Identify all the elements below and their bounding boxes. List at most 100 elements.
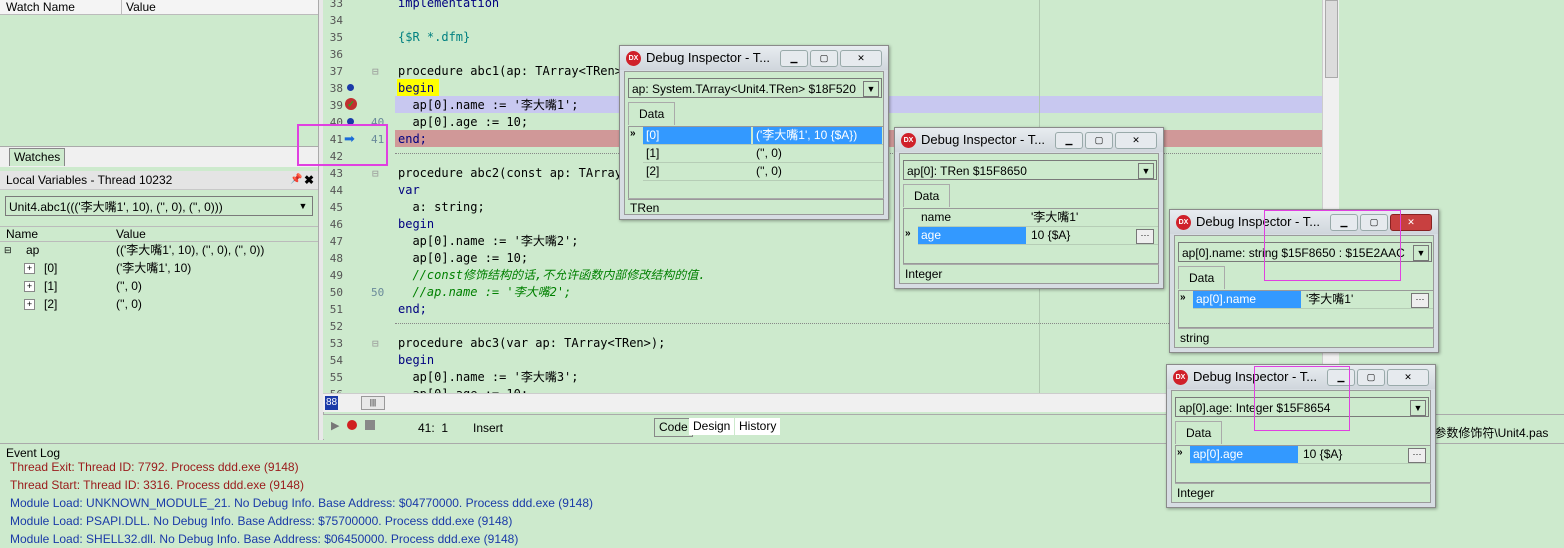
dx-logo-icon: DX	[626, 51, 641, 66]
inspector-title-bar[interactable]: DX Debug Inspector - T... ▁ ▢ ✕	[895, 128, 1163, 152]
locals-row-1[interactable]: + [1] ('', 0)	[4, 277, 318, 295]
code-line[interactable]: begin	[398, 216, 434, 233]
inspector-body: ap[0]: TRen $15F8650 ▼ Data » name '李大嘴1'…	[899, 153, 1159, 284]
inspector-combo-value: ap: System.TArray<Unit4.TRen> $18F520	[632, 82, 856, 96]
chevron-down-icon[interactable]: ▼	[863, 81, 879, 97]
maximize-icon[interactable]: ▢	[810, 50, 838, 67]
code-line[interactable]: procedure abc3(var ap: TArray<TRen>);	[398, 335, 665, 352]
maximize-icon[interactable]: ▢	[1357, 369, 1385, 386]
code-line[interactable]: a: string;	[398, 199, 484, 216]
code-line[interactable]: ap[0].age := 10;	[398, 114, 528, 131]
line-number-text: 45	[329, 201, 343, 214]
line-number: 50 50	[323, 284, 385, 301]
code-line[interactable]: procedure abc1(ap: TArray<TRen>);	[398, 63, 636, 80]
locals-row-ap[interactable]: ⊟ ap (('李大嘴1', 10), ('', 0), ('', 0))	[4, 241, 318, 259]
line-number: 53 ⊟	[323, 335, 379, 352]
tab-data[interactable]: Data	[903, 184, 951, 207]
tab-design[interactable]: Design	[689, 418, 735, 435]
chevron-down-icon[interactable]: ▼	[1410, 400, 1426, 416]
inspector-row-name: ap[0].name	[1193, 291, 1301, 308]
row-pointer-icon: »	[630, 128, 636, 139]
locals-row-0[interactable]: + [0] ('李大嘴1', 10)	[4, 259, 318, 277]
event-log-line[interactable]: Thread Exit: Thread ID: 7792. Process dd…	[10, 458, 299, 476]
watch-col-name[interactable]: Watch Name	[6, 0, 75, 14]
locals-col-name[interactable]: Name	[6, 227, 38, 241]
expand-icon[interactable]: +	[24, 299, 35, 310]
record-icon[interactable]	[347, 420, 357, 430]
chevron-down-icon[interactable]: ▼	[1413, 245, 1429, 261]
event-log-line[interactable]: Module Load: SHELL32.dll. No Debug Info.…	[10, 530, 518, 548]
code-line[interactable]: implementation	[398, 0, 499, 12]
tab-data[interactable]: Data	[628, 102, 676, 125]
code-line[interactable]: ap[0].name := '李大嘴3';	[398, 369, 578, 386]
line-number: 48	[323, 250, 345, 267]
stop-icon[interactable]	[365, 420, 375, 430]
inspector-row[interactable]: [0] ('李大嘴1', 10 {$A})	[643, 127, 883, 145]
breakpoint-dot-icon[interactable]	[347, 84, 354, 91]
code-line[interactable]: begin	[398, 80, 434, 97]
line-number-text: 55	[329, 371, 343, 384]
hscroll-thumb[interactable]: |||	[361, 396, 385, 410]
chevron-down-icon[interactable]: ▼	[296, 199, 310, 213]
inspector-row[interactable]: [1] ('', 0)	[643, 145, 883, 163]
event-log-line[interactable]: Module Load: UNKNOWN_MODULE_21. No Debug…	[10, 494, 593, 512]
line-number: 37 ⊟	[323, 63, 379, 80]
ellipsis-button[interactable]: ···	[1408, 448, 1426, 463]
line-number: 51	[323, 301, 345, 318]
code-line[interactable]: ap[0].name := '李大嘴1';	[398, 97, 578, 114]
collapse-icon[interactable]: ⊟	[4, 241, 12, 259]
maximize-icon[interactable]: ▢	[1085, 132, 1113, 149]
event-log-line[interactable]: Module Load: PSAPI.DLL. No Debug Info. B…	[10, 512, 512, 530]
code-line[interactable]: ap[0].age := 10;	[398, 386, 528, 393]
inspector-combo[interactable]: ap: System.TArray<Unit4.TRen> $18F520 ▼	[628, 78, 882, 98]
run-icon[interactable]: ▶	[331, 419, 339, 432]
debug-inspector-1[interactable]: DX Debug Inspector - T... ▁ ▢ ✕ ap: Syst…	[619, 45, 889, 220]
close-icon[interactable]: ✕	[1115, 132, 1157, 149]
code-line[interactable]: end;	[398, 131, 427, 148]
inspector-row[interactable]: name '李大嘴1'	[918, 209, 1158, 227]
ellipsis-button[interactable]: ···	[1136, 229, 1154, 244]
expand-icon[interactable]: +	[24, 263, 35, 274]
line-number-text: 35	[329, 31, 343, 44]
locals-row-2[interactable]: + [2] ('', 0)	[4, 295, 318, 313]
inspector-grid: » ap[0].age 10 {$A} ···	[1175, 445, 1431, 483]
inspector-row[interactable]: ap[0].age 10 {$A}	[1190, 446, 1430, 464]
breakpoint-check-icon[interactable]: ✓	[345, 98, 357, 110]
code-line[interactable]: end;	[398, 301, 427, 318]
event-log-line[interactable]: Thread Start: Thread ID: 3316. Process d…	[10, 476, 304, 494]
code-line[interactable]: ap[0].name := '李大嘴2';	[398, 233, 578, 250]
watch-col-divider	[121, 0, 122, 14]
locals-col-value[interactable]: Value	[116, 227, 146, 241]
tab-code[interactable]: Code	[654, 418, 693, 437]
locals-row-name: ap	[26, 243, 40, 257]
minimize-icon[interactable]: ▁	[1055, 132, 1083, 149]
pin-icon[interactable]: 📌	[290, 171, 302, 189]
inspector-row[interactable]: [2] ('', 0)	[643, 163, 883, 181]
inspector-title-bar[interactable]: DX Debug Inspector - T... ▁ ▢ ✕	[620, 46, 888, 70]
scroll-thumb[interactable]	[1325, 0, 1338, 78]
inspector-combo[interactable]: ap[0]: TRen $15F8650 ▼	[903, 160, 1157, 180]
ellipsis-button[interactable]: ···	[1411, 293, 1429, 308]
expand-icon[interactable]: +	[24, 281, 35, 292]
tab-watches[interactable]: Watches	[9, 148, 66, 166]
close-icon[interactable]: ✖	[304, 171, 314, 189]
inspector-row[interactable]: ap[0].name '李大嘴1'	[1193, 291, 1433, 309]
locals-context-combo[interactable]: Unit4.abc1((('李大嘴1', 10), ('', 0), ('', …	[5, 196, 313, 216]
code-line[interactable]: //const修饰结构的话,不允许函数内部修改结构的值.	[398, 267, 705, 284]
chevron-down-icon[interactable]: ▼	[1138, 163, 1154, 179]
code-line[interactable]: var	[398, 182, 420, 199]
code-line[interactable]: begin	[398, 352, 434, 369]
minimize-icon[interactable]: ▁	[780, 50, 808, 67]
close-icon[interactable]: ✕	[840, 50, 882, 67]
tab-data[interactable]: Data	[1175, 421, 1223, 444]
inspector-row[interactable]: age 10 {$A}	[918, 227, 1158, 245]
code-line[interactable]: ap[0].age := 10;	[398, 250, 528, 267]
tab-history[interactable]: History	[735, 418, 781, 435]
watch-col-value[interactable]: Value	[126, 0, 156, 14]
debug-inspector-2[interactable]: DX Debug Inspector - T... ▁ ▢ ✕ ap[0]: T…	[894, 127, 1164, 289]
line-number: 45	[323, 199, 345, 216]
tab-data[interactable]: Data	[1178, 266, 1226, 289]
code-line[interactable]: //ap.name := '李大嘴2';	[398, 284, 571, 301]
code-line[interactable]: {$R *.dfm}	[398, 29, 470, 46]
close-icon[interactable]: ✕	[1387, 369, 1429, 386]
